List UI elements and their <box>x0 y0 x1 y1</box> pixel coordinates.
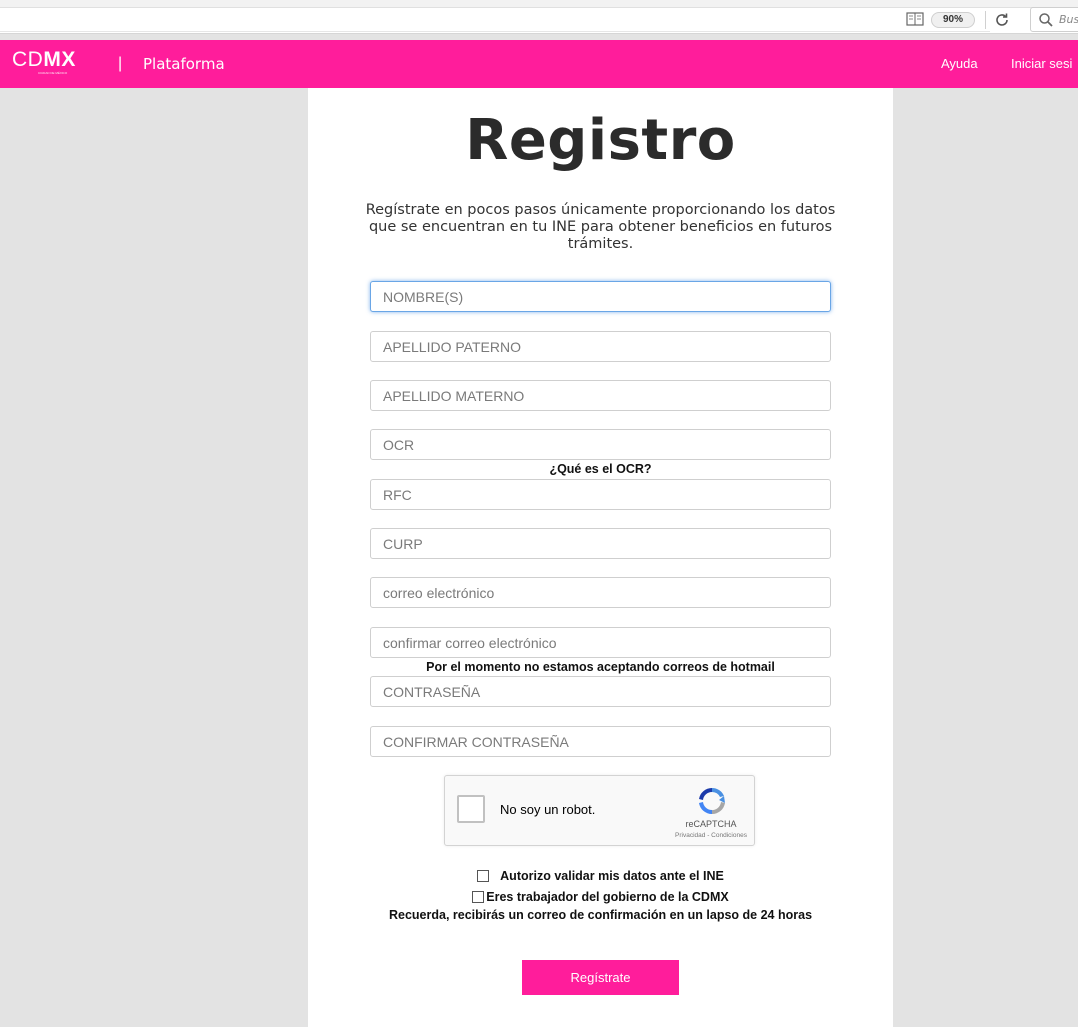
recaptcha-links[interactable]: Privacidad - Condiciones <box>670 832 752 839</box>
rfc-input[interactable] <box>370 479 831 510</box>
email-input[interactable] <box>370 577 831 608</box>
authorize-ine-row: Autorizo validar mis datos ante el INE <box>308 869 893 883</box>
recaptcha-widget: No soy un robot. reCAPTCHA Privacidad - … <box>444 775 755 846</box>
recaptcha-brand: reCAPTCHA <box>685 819 737 829</box>
ocr-help-link[interactable]: ¿Qué es el OCR? <box>308 462 893 476</box>
registration-panel: Registro Regístrate en pocos pasos única… <box>308 88 893 1027</box>
authorize-ine-label: Autorizo validar mis datos ante el INE <box>500 869 724 883</box>
confirmation-reminder: Recuerda, recibirás un correo de confirm… <box>388 908 813 922</box>
browser-toolbar: 90% Bus <box>0 0 1078 34</box>
toolbar-divider <box>985 11 986 29</box>
password-input[interactable] <box>370 676 831 707</box>
cdmx-logo[interactable]: CDMX CIUDAD DE MÉXICO <box>12 48 76 76</box>
tab-strip <box>0 0 1078 8</box>
confirm-password-input[interactable] <box>370 726 831 757</box>
nav-help-link[interactable]: Ayuda <box>941 56 978 71</box>
logo-wordmark: CDMX <box>12 48 76 71</box>
ocr-input[interactable] <box>370 429 831 460</box>
gov-worker-checkbox[interactable] <box>472 891 485 903</box>
intro-text: Regístrate en pocos pasos únicamente pro… <box>365 202 836 252</box>
register-button[interactable]: Regístrate <box>522 960 679 995</box>
search-placeholder: Bus <box>1059 13 1078 26</box>
authorize-ine-checkbox[interactable] <box>477 870 490 882</box>
nav-login-link[interactable]: Iniciar sesi <box>1011 56 1072 71</box>
recaptcha-logo-icon <box>699 787 725 815</box>
search-icon <box>1039 13 1053 27</box>
platform-label[interactable]: Plataforma <box>143 55 225 73</box>
browser-search-box[interactable]: Bus <box>1030 7 1078 32</box>
zoom-level-button[interactable]: 90% <box>931 12 975 28</box>
reader-view-icon[interactable] <box>906 12 924 26</box>
curp-input[interactable] <box>370 528 831 559</box>
address-bar[interactable] <box>0 9 990 32</box>
apellido-materno-input[interactable] <box>370 380 831 411</box>
reload-icon[interactable] <box>993 11 1011 29</box>
confirm-email-input[interactable] <box>370 627 831 658</box>
logo-tagline: CIUDAD DE MÉXICO <box>38 71 68 75</box>
recaptcha-label: No soy un robot. <box>500 802 596 817</box>
site-header: CDMX CIUDAD DE MÉXICO | Plataforma Ayuda… <box>0 40 1078 88</box>
nombre-input[interactable] <box>370 281 831 312</box>
brand-separator: | <box>118 55 123 72</box>
hotmail-notice: Por el momento no estamos aceptando corr… <box>426 660 775 674</box>
apellido-paterno-input[interactable] <box>370 331 831 362</box>
gov-worker-label: Eres trabajador del gobierno de la CDMX <box>486 890 729 904</box>
recaptcha-checkbox[interactable] <box>457 795 485 823</box>
page-title: Registro <box>465 108 736 173</box>
gov-worker-row: Eres trabajador del gobierno de la CDMX <box>308 890 893 904</box>
